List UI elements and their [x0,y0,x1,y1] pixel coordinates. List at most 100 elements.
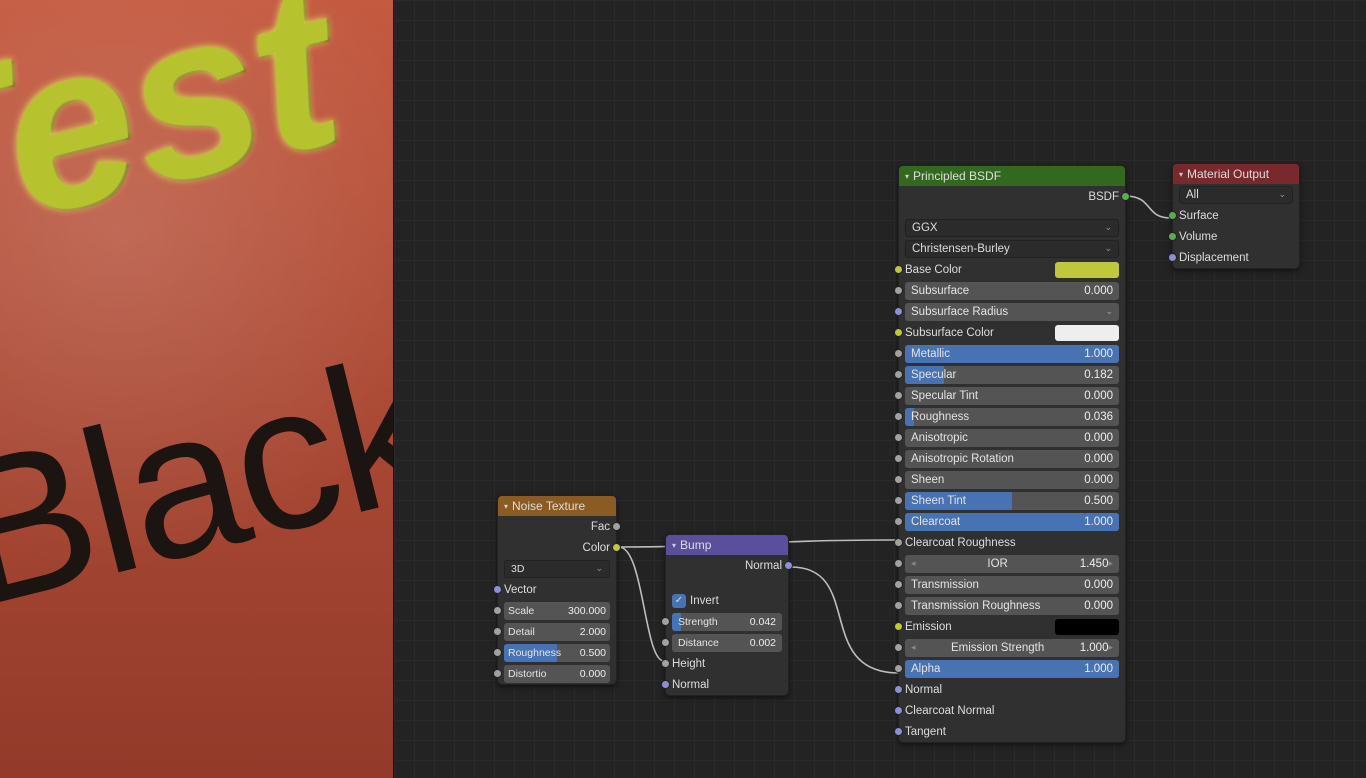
socket[interactable] [894,433,903,442]
socket[interactable] [493,669,502,678]
bump-strength[interactable]: Strength 0.042 [666,611,788,632]
node-noise-texture[interactable]: ▾ Noise Texture Fac Color 3D ⌄ Vector Sc… [497,495,617,685]
bump-invert-check[interactable]: ✓ Invert [666,590,788,611]
checkbox-icon[interactable]: ✓ [672,594,686,608]
mat-target-select[interactable]: All ⌄ [1173,184,1299,205]
socket[interactable] [894,622,903,631]
out-color[interactable]: Color [498,537,616,558]
bsdf-transmission[interactable]: Transmission0.000 [899,574,1125,595]
color-swatch[interactable] [1055,262,1119,278]
color-swatch[interactable] [1055,619,1119,635]
out-fac[interactable]: Fac [498,516,616,537]
in-normal[interactable]: Normal [666,674,788,695]
chevron-down-icon: ⌄ [1104,222,1112,233]
node-header[interactable]: ▾ Bump [666,535,788,555]
socket[interactable] [894,559,903,568]
in-volume[interactable]: Volume [1173,226,1299,247]
node-bump[interactable]: ▾ Bump Normal ✓ Invert Strength 0.042 Di… [665,534,789,696]
node-material-output[interactable]: ▾ Material Output All ⌄ Surface Volume D… [1172,163,1300,269]
bsdf-normal[interactable]: Normal [899,679,1125,700]
bsdf-subsurface-radius[interactable]: Subsurface Radius⌄ [899,301,1125,322]
noise-scale[interactable]: Scale300.000 [498,600,616,621]
bsdf-roughness[interactable]: Roughness0.036 [899,406,1125,427]
socket[interactable] [894,643,903,652]
socket[interactable] [493,627,502,636]
bsdf-transmission-roughness[interactable]: Transmission Roughness0.000 [899,595,1125,616]
node-principled-bsdf[interactable]: ▾ Principled BSDF BSDF GGX ⌄ Christensen… [898,165,1126,743]
chevron-down-icon: ⌄ [1104,243,1112,254]
socket[interactable] [612,522,621,531]
bsdf-subsurface[interactable]: Subsurface0.000 [899,280,1125,301]
socket[interactable] [661,638,670,647]
socket[interactable] [1168,211,1177,220]
bsdf-clearcoat-roughness[interactable]: Clearcoat Roughness [899,532,1125,553]
socket[interactable] [894,664,903,673]
socket[interactable] [493,585,502,594]
in-height[interactable]: Height [666,653,788,674]
socket[interactable] [661,680,670,689]
socket[interactable] [894,580,903,589]
socket[interactable] [894,328,903,337]
socket[interactable] [784,561,793,570]
node-header[interactable]: ▾ Noise Texture [498,496,616,516]
socket[interactable] [894,265,903,274]
noise-distortio[interactable]: Distortio0.000 [498,663,616,684]
in-vector[interactable]: Vector [498,579,616,600]
node-header[interactable]: ▾ Principled BSDF [899,166,1125,186]
node-header[interactable]: ▾ Material Output [1173,164,1299,184]
bsdf-clearcoat[interactable]: Clearcoat1.000 [899,511,1125,532]
socket[interactable] [1168,232,1177,241]
socket[interactable] [661,617,670,626]
bsdf-anisotropic-rotation[interactable]: Anisotropic Rotation0.000 [899,448,1125,469]
out-bsdf[interactable]: BSDF [899,186,1125,207]
node-title: Material Output [1187,167,1269,181]
socket[interactable] [1168,253,1177,262]
bsdf-emission-strength[interactable]: ◂Emission Strength1.000▸ [899,637,1125,658]
bsdf-sss-select[interactable]: Christensen-Burley ⌄ [899,238,1125,259]
socket[interactable] [493,648,502,657]
socket[interactable] [493,606,502,615]
out-normal[interactable]: Normal [666,555,788,576]
noise-roughness[interactable]: Roughness0.500 [498,642,616,663]
bsdf-sheen[interactable]: Sheen0.000 [899,469,1125,490]
bsdf-base-color[interactable]: Base Color [899,259,1125,280]
in-surface[interactable]: Surface [1173,205,1299,226]
in-displacement[interactable]: Displacement [1173,247,1299,268]
bsdf-specular-tint[interactable]: Specular Tint0.000 [899,385,1125,406]
collapse-icon: ▾ [1179,170,1183,179]
socket[interactable] [894,727,903,736]
socket[interactable] [894,475,903,484]
socket[interactable] [612,543,621,552]
bsdf-sheen-tint[interactable]: Sheen Tint0.500 [899,490,1125,511]
socket[interactable] [894,706,903,715]
socket[interactable] [894,307,903,316]
socket[interactable] [661,659,670,668]
node-title: Bump [680,538,711,552]
noise-dim-select[interactable]: 3D ⌄ [498,558,616,579]
socket[interactable] [894,601,903,610]
bsdf-anisotropic[interactable]: Anisotropic0.000 [899,427,1125,448]
bsdf-tangent[interactable]: Tangent [899,721,1125,742]
socket[interactable] [894,496,903,505]
socket[interactable] [894,349,903,358]
socket[interactable] [894,685,903,694]
color-swatch[interactable] [1055,325,1119,341]
noise-detail[interactable]: Detail2.000 [498,621,616,642]
bsdf-clearcoat-normal[interactable]: Clearcoat Normal [899,700,1125,721]
bsdf-dist-select[interactable]: GGX ⌄ [899,217,1125,238]
bsdf-subsurface-color[interactable]: Subsurface Color [899,322,1125,343]
socket[interactable] [894,412,903,421]
bsdf-ior[interactable]: ◂IOR1.450▸ [899,553,1125,574]
socket[interactable] [894,517,903,526]
socket[interactable] [894,286,903,295]
socket[interactable] [894,391,903,400]
socket[interactable] [894,370,903,379]
bsdf-metallic[interactable]: Metallic1.000 [899,343,1125,364]
socket[interactable] [1121,192,1130,201]
bsdf-alpha[interactable]: Alpha1.000 [899,658,1125,679]
socket[interactable] [894,538,903,547]
bsdf-emission[interactable]: Emission [899,616,1125,637]
bump-distance[interactable]: Distance 0.002 [666,632,788,653]
socket[interactable] [894,454,903,463]
bsdf-specular[interactable]: Specular0.182 [899,364,1125,385]
